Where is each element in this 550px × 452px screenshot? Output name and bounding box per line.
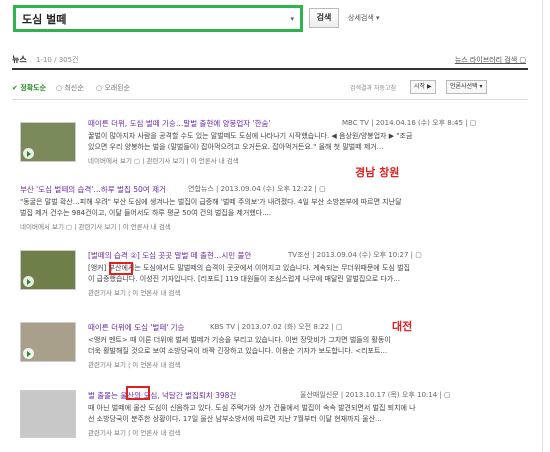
play-icon (23, 148, 34, 159)
result-title[interactable]: 부산 '도심 벌떼의 습격'…하루 벌집 50여 제거 (20, 184, 166, 195)
news-tabbar: 뉴스 1-10 / 305건 뉴스 라이브러리 검색 ▢ (12, 52, 528, 70)
result-meta: TV조선 | 2013.09.04 (수) 오후 10:27 | ▢ (288, 251, 422, 259)
sort-filters: ✔ 정확도순 ○ 최신순 ○ 오래된순 검색결과 자동고침 시작 ▶ 언론사선택… (12, 78, 528, 100)
result-desc: 때 아닌 벌떼에 울산 도심이 신음하고 있다. 도심 주택가와 상가 건물에서… (88, 404, 416, 412)
right-divider (542, 0, 543, 452)
play-icon (23, 276, 34, 287)
annotation-changwon: 경남 창원 (355, 166, 400, 179)
sort-accuracy[interactable]: ✔ 정확도순 (12, 83, 46, 93)
result-meta: 연합뉴스 | 2013.09.04 (수) 오후 12:22 | ▢ (188, 185, 326, 193)
auto-refresh-label: 검색결과 자동고침 (350, 85, 397, 92)
result-title[interactable]: 때이른 더위, 도심 벌떼 기승…말벌 출현에 양봉업자 '한숨' (88, 118, 271, 129)
search-button[interactable]: 검색 (309, 8, 339, 28)
section-title: 뉴스 (12, 55, 27, 64)
result-desc: [앵커] 부산에서는 도심에서도 말벌떼의 습격이 곳곳에서 이어지고 있습니다… (88, 264, 410, 272)
result-desc: <앵커 멘트> 때 이른 더위에 벌써 벌떼가 기승을 부리고 있습니다. 이번… (88, 336, 391, 344)
result-links[interactable]: 네이버에서 보기 ▢ | 관련기사 보기 | 이 언론사 내 검색 (20, 221, 171, 231)
result-desc: 꿀벌이 많아지자 사람을 공격할 수도 있는 말벌떼도 도심에 나타나기 시작했… (88, 132, 413, 140)
result-links[interactable]: 관련기사 보기 | 이 언론사 내 검색 (88, 287, 180, 297)
result-thumbnail[interactable] (20, 390, 76, 438)
news-library-link[interactable]: 뉴스 라이브러리 검색 ▢ (455, 55, 526, 65)
result-links[interactable]: 관련기사 보기 | 이 언론사 내 검색 (88, 427, 180, 437)
result-meta: KBS TV | 2013.07.02 (화) 오전 8:22 | ▢ (210, 323, 343, 331)
sort-oldest[interactable]: ○ 오래된순 (96, 83, 130, 93)
result-title[interactable]: [벌떼의 습격 ②] 도심 곳곳 말벌 떼 출현…시민 불안 (88, 250, 251, 261)
result-count: 1-10 / 305건 (36, 56, 79, 64)
result-desc: 이 급증했습니다. 이성진 기자입니다. [리포트] 119 대원들이 조심스럽… (88, 275, 401, 283)
play-icon (23, 348, 34, 359)
result-desc: 벌집 제거 건수는 984건이고, 이달 들어서도 하루 평균 50여 건의 벌… (20, 209, 272, 217)
highlight-box-ulsan (126, 386, 150, 400)
search-header: ▾ 검색 상세검색 ▾ (0, 0, 550, 40)
result-thumbnail[interactable] (20, 122, 76, 162)
result-desc: 있으면 우리 양봉하는 벌을 (말벌들이) 잡아먹으려고 오거든요. 잡아먹거든… (88, 143, 384, 151)
result-thumbnail[interactable] (20, 250, 76, 290)
result-links[interactable]: 관련기사 보기 | 이 언론사 내 검색 (88, 359, 180, 369)
result-thumbnail[interactable] (20, 322, 76, 362)
sort-newest[interactable]: ○ 최신순 (56, 83, 84, 93)
press-select-button[interactable]: 언론사선택 ▾ (446, 80, 487, 94)
result-desc: 더욱 활발해질 것으로 보여 소방당국이 바짝 긴장하고 있습니다. 이용순 기… (88, 347, 388, 355)
start-button[interactable]: 시작 ▶ (410, 80, 436, 94)
highlight-box-busan (109, 262, 133, 275)
result-desc: "동굴은 말벌 확산…피해 우려" 부산 도심에 생겨나는 벌집이 급증해 '벌… (20, 198, 402, 206)
result-meta: MBC TV | 2014.04.16 (수) 오후 8:45 | ▢ (342, 119, 477, 127)
detail-search-link[interactable]: 상세검색 ▾ (348, 13, 380, 23)
search-box[interactable]: ▾ (13, 5, 303, 32)
result-links[interactable]: 네이버에서 보기 ▢ | 관련기사 보기 | 이 언론사 내 검색 (88, 155, 239, 165)
result-meta: 울산매일신문 | 2013.10.17 (목) 오후 10:14 | ▢ (300, 391, 451, 399)
result-title[interactable]: 때이른 더위에 도심 '벌떼' 기승 (88, 322, 184, 333)
search-input[interactable] (22, 12, 262, 26)
result-desc: 선 소방당국이 분주한 상황이다. 17일 울산 남부소방서에 따르면 지난 7… (88, 415, 382, 423)
result-title[interactable]: 벌 출몰는 울산의 도심, 넉달간 벌집퇴치 398건 (88, 390, 236, 401)
annotation-daejeon: 대전 (392, 320, 413, 333)
search-dropdown-icon[interactable]: ▾ (290, 15, 294, 23)
